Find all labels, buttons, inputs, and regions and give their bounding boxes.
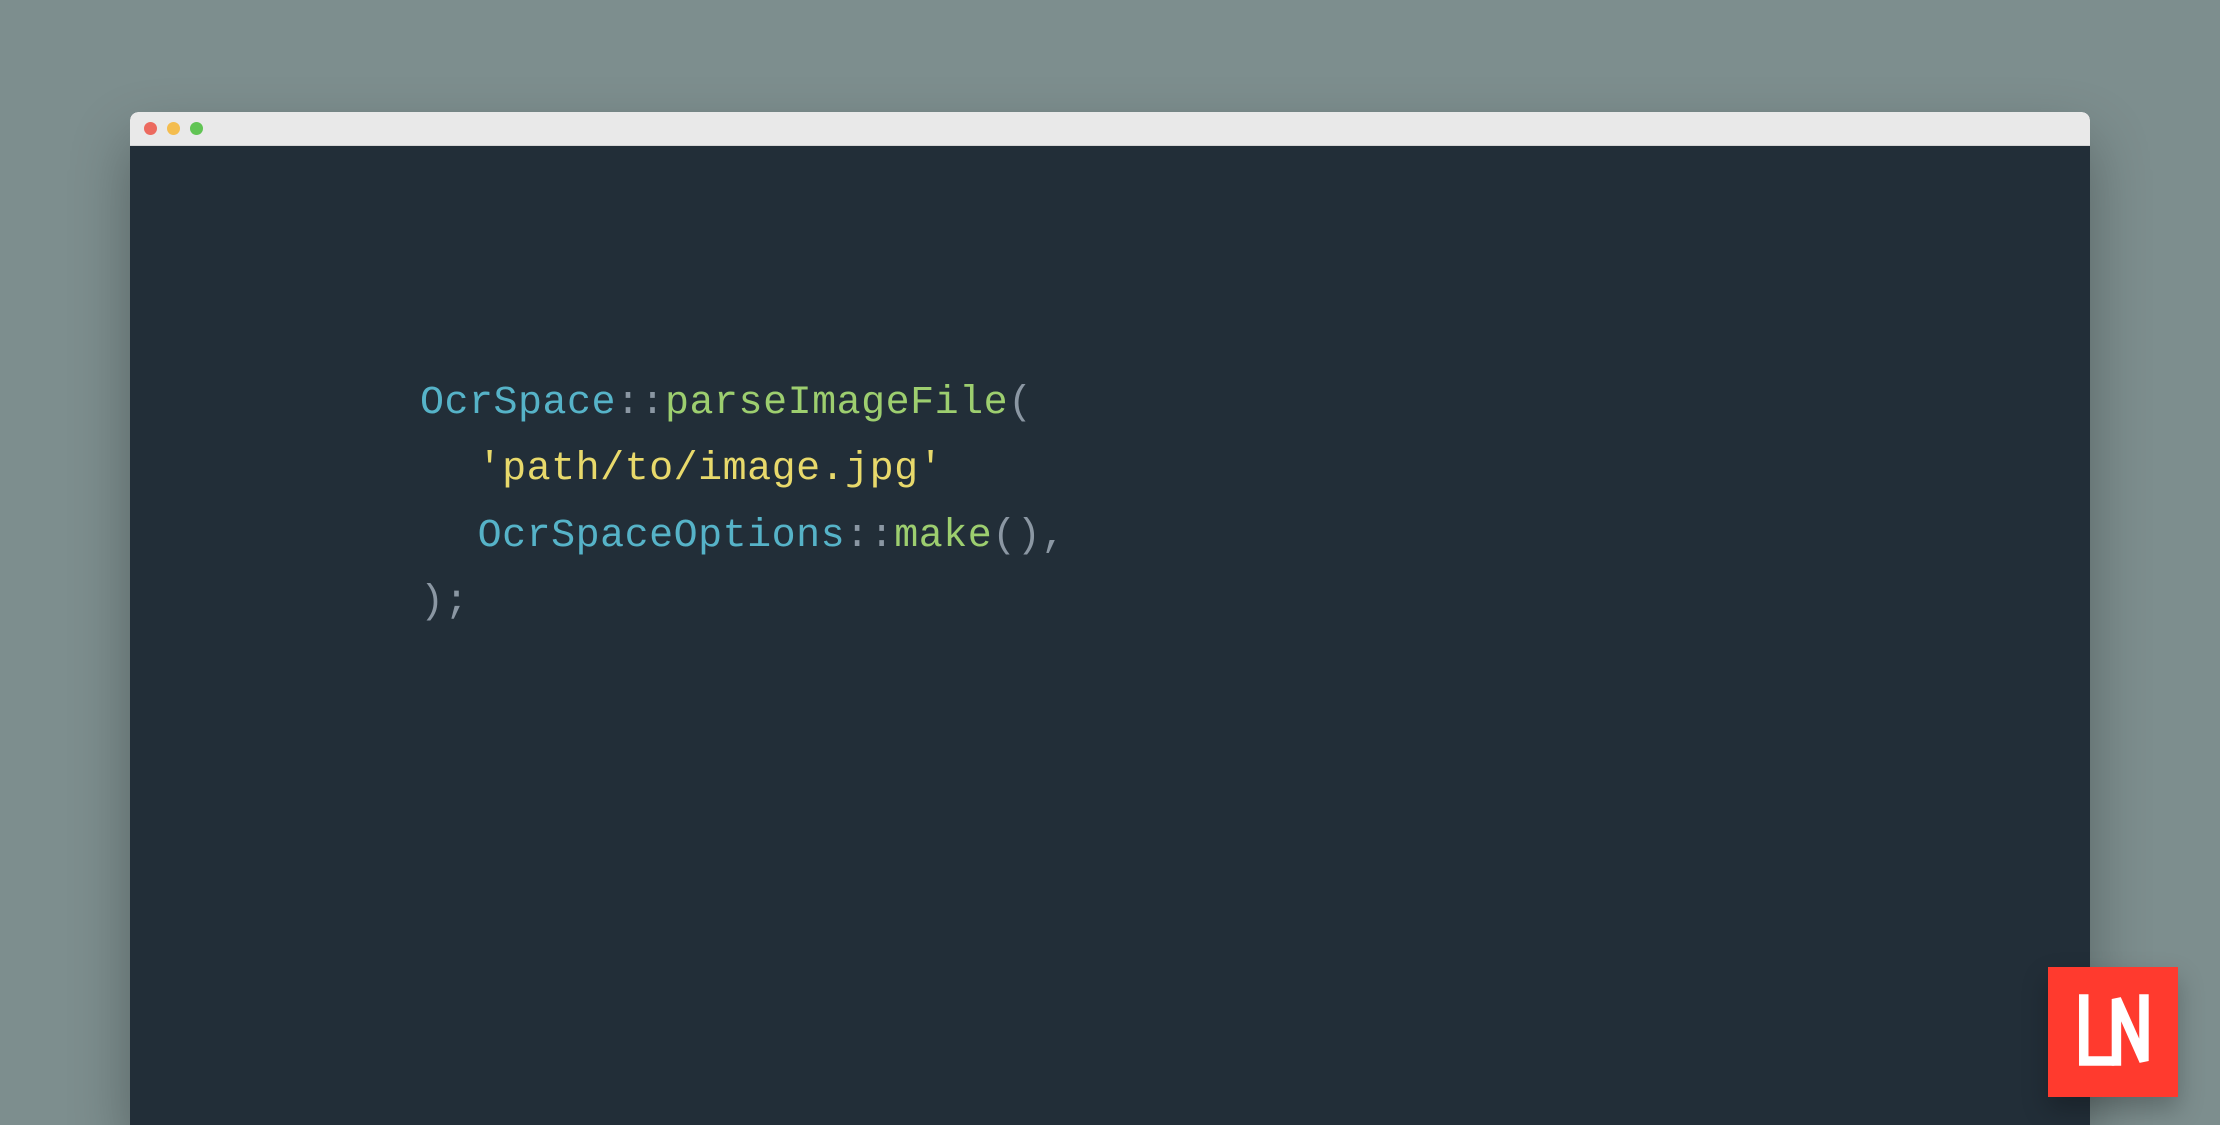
window-titlebar	[130, 112, 2090, 146]
token-scope: ::	[616, 381, 665, 426]
token-punc: );	[420, 580, 469, 625]
brand-logo	[2048, 967, 2178, 1097]
code-line-4: );	[420, 570, 2090, 636]
token-punc: (),	[992, 514, 1066, 559]
page-stage: OcrSpace::parseImageFile( 'path/to/image…	[0, 0, 2220, 1125]
close-icon[interactable]	[144, 122, 157, 135]
token-string: 'path/to/image.jpg'	[478, 447, 944, 492]
token-scope: ::	[845, 514, 894, 559]
code-line-1: OcrSpace::parseImageFile(	[420, 371, 2090, 437]
maximize-icon[interactable]	[190, 122, 203, 135]
minimize-icon[interactable]	[167, 122, 180, 135]
token-class: OcrSpace	[420, 381, 616, 426]
token-method: parseImageFile	[665, 381, 1008, 426]
token-method: make	[894, 514, 992, 559]
token-class: OcrSpaceOptions	[478, 514, 846, 559]
token-punc: (	[1008, 381, 1033, 426]
code-editor: OcrSpace::parseImageFile( 'path/to/image…	[130, 146, 2090, 1125]
code-window: OcrSpace::parseImageFile( 'path/to/image…	[130, 112, 2090, 1125]
code-line-2: 'path/to/image.jpg'	[420, 437, 2090, 503]
code-block: OcrSpace::parseImageFile( 'path/to/image…	[420, 371, 2090, 637]
code-line-3: OcrSpaceOptions::make(),	[420, 504, 2090, 570]
ln-logo-icon	[2070, 987, 2156, 1078]
